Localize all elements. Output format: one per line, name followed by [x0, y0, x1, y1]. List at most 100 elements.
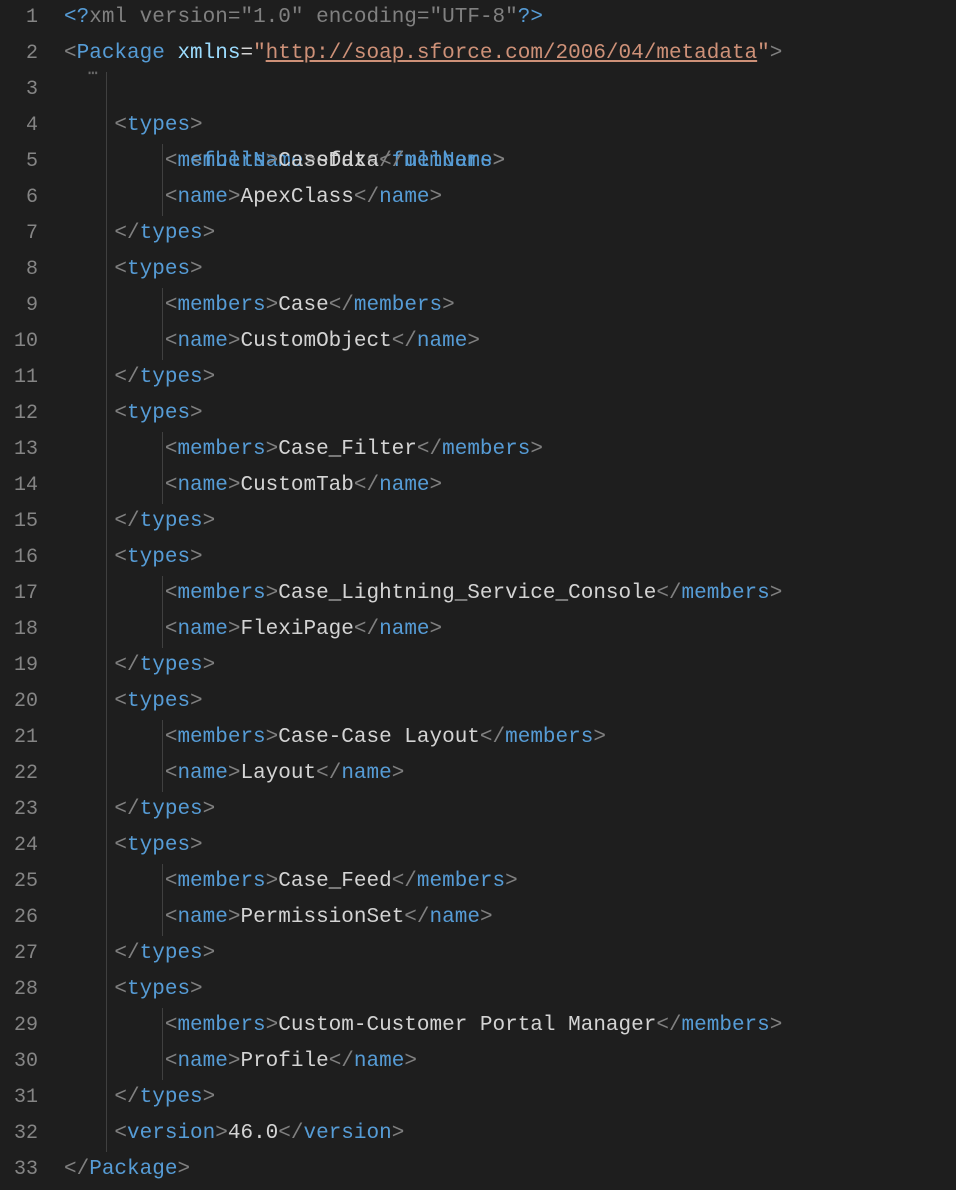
line-number: 15: [0, 504, 64, 540]
bracket: >: [228, 762, 241, 785]
code-line[interactable]: 20 <types>: [0, 684, 956, 720]
code-content[interactable]: <types>: [64, 252, 956, 288]
code-content[interactable]: </types>: [64, 360, 956, 396]
code-content[interactable]: <types>: [64, 684, 956, 720]
code-content[interactable]: <types>: [64, 108, 956, 144]
code-line[interactable]: 29 <members>Custom-Customer Portal Manag…: [0, 1008, 956, 1044]
bracket: >: [266, 582, 279, 605]
bracket: </: [354, 618, 379, 641]
code-content[interactable]: <members>Custom-Customer Portal Manager<…: [64, 1008, 956, 1044]
fold-indicator-icon[interactable]: ⋯: [88, 70, 100, 78]
bracket: <: [165, 438, 178, 461]
bracket: </: [114, 510, 139, 533]
code-line[interactable]: 3 ⋯ <fullName>sfdx</fullName>: [0, 72, 956, 108]
code-editor[interactable]: 1 <?xml version="1.0" encoding="UTF-8"?>…: [0, 0, 956, 1190]
code-line[interactable]: 28 <types>: [0, 972, 956, 1008]
code-line[interactable]: 18 <name>FlexiPage</name>: [0, 612, 956, 648]
code-line[interactable]: 13 <members>Case_Filter</members>: [0, 432, 956, 468]
code-line[interactable]: 9 <members>Case</members>: [0, 288, 956, 324]
code-line[interactable]: 4 <types>: [0, 108, 956, 144]
code-line[interactable]: 21 <members>Case-Case Layout</members>: [0, 720, 956, 756]
bracket: <: [165, 618, 178, 641]
code-content[interactable]: <types>: [64, 828, 956, 864]
bracket: <: [114, 978, 127, 1001]
indent-guide: [106, 360, 107, 396]
line-number: 9: [0, 288, 64, 324]
bracket: >: [190, 114, 203, 137]
line-number: 13: [0, 432, 64, 468]
code-content[interactable]: <members>Case</members>: [64, 288, 956, 324]
bracket: </: [316, 762, 341, 785]
code-content[interactable]: <name>CustomObject</name>: [64, 324, 956, 360]
bracket: <: [165, 1014, 178, 1037]
code-content[interactable]: <?xml version="1.0" encoding="UTF-8"?>: [64, 0, 956, 36]
code-content[interactable]: </types>: [64, 792, 956, 828]
indent-guide: [106, 504, 107, 540]
code-line[interactable]: 23 </types>: [0, 792, 956, 828]
code-content[interactable]: </types>: [64, 216, 956, 252]
indent-guide: [106, 144, 107, 180]
code-content[interactable]: <types>: [64, 972, 956, 1008]
code-line[interactable]: 2 <Package xmlns="http://soap.sforce.com…: [0, 36, 956, 72]
code-content[interactable]: <members>CaseData</members>: [64, 144, 956, 180]
code-line[interactable]: 30 <name>Profile</name>: [0, 1044, 956, 1080]
code-line[interactable]: 12 <types>: [0, 396, 956, 432]
indent: [64, 582, 165, 605]
bracket: </: [114, 366, 139, 389]
code-content[interactable]: <version>46.0</version>: [64, 1116, 956, 1152]
code-content[interactable]: <name>CustomTab</name>: [64, 468, 956, 504]
code-line[interactable]: 1 <?xml version="1.0" encoding="UTF-8"?>: [0, 0, 956, 36]
bracket: <: [64, 42, 77, 65]
eq: =: [417, 6, 430, 29]
code-content[interactable]: <name>PermissionSet</name>: [64, 900, 956, 936]
bracket: >: [228, 474, 241, 497]
code-content[interactable]: <members>Case_Filter</members>: [64, 432, 956, 468]
code-line[interactable]: 17 <members>Case_Lightning_Service_Conso…: [0, 576, 956, 612]
code-content[interactable]: </types>: [64, 1080, 956, 1116]
code-content[interactable]: <Package xmlns="http://soap.sforce.com/2…: [64, 36, 956, 72]
code-line[interactable]: 16 <types>: [0, 540, 956, 576]
code-line[interactable]: 15 </types>: [0, 504, 956, 540]
code-content[interactable]: <name>ApexClass</name>: [64, 180, 956, 216]
code-content[interactable]: <name>Profile</name>: [64, 1044, 956, 1080]
code-content[interactable]: <members>Case_Lightning_Service_Console<…: [64, 576, 956, 612]
code-content[interactable]: <members>Case-Case Layout</members>: [64, 720, 956, 756]
code-content[interactable]: </Package>: [64, 1152, 956, 1188]
code-content[interactable]: <types>: [64, 540, 956, 576]
code-line[interactable]: 10 <name>CustomObject</name>: [0, 324, 956, 360]
code-line[interactable]: 27 </types>: [0, 936, 956, 972]
xmlns-url[interactable]: http://soap.sforce.com/2006/04/metadata: [266, 42, 757, 65]
bracket: </: [114, 1086, 139, 1109]
code-line[interactable]: 5 <members>CaseData</members>: [0, 144, 956, 180]
code-line[interactable]: 19 </types>: [0, 648, 956, 684]
bracket: >: [266, 726, 279, 749]
tag-types: types: [127, 978, 190, 1001]
code-line[interactable]: 22 <name>Layout</name>: [0, 756, 956, 792]
code-line[interactable]: 8 <types>: [0, 252, 956, 288]
code-line[interactable]: 32 <version>46.0</version>: [0, 1116, 956, 1152]
name-value: FlexiPage: [240, 618, 353, 641]
code-line[interactable]: 6 <name>ApexClass</name>: [0, 180, 956, 216]
eq: =: [228, 6, 241, 29]
tag-members: members: [682, 582, 770, 605]
code-line[interactable]: 14 <name>CustomTab</name>: [0, 468, 956, 504]
code-content[interactable]: </types>: [64, 504, 956, 540]
code-content[interactable]: <name>FlexiPage</name>: [64, 612, 956, 648]
indent-guide: [106, 792, 107, 828]
code-line[interactable]: 24 <types>: [0, 828, 956, 864]
indent-guide: [106, 180, 107, 216]
code-content[interactable]: <types>: [64, 396, 956, 432]
code-line[interactable]: 31 </types>: [0, 1080, 956, 1116]
code-content[interactable]: <name>Layout</name>: [64, 756, 956, 792]
code-line[interactable]: 25 <members>Case_Feed</members>: [0, 864, 956, 900]
code-line[interactable]: 26 <name>PermissionSet</name>: [0, 900, 956, 936]
code-content[interactable]: </types>: [64, 936, 956, 972]
code-content[interactable]: <members>Case_Feed</members>: [64, 864, 956, 900]
members-value: Case: [278, 294, 328, 317]
indent-guide: [106, 108, 107, 144]
code-line[interactable]: 33</Package>: [0, 1152, 956, 1188]
code-content[interactable]: </types>: [64, 648, 956, 684]
code-line[interactable]: 11 </types>: [0, 360, 956, 396]
code-line[interactable]: 7 </types>: [0, 216, 956, 252]
bracket: >: [228, 330, 241, 353]
